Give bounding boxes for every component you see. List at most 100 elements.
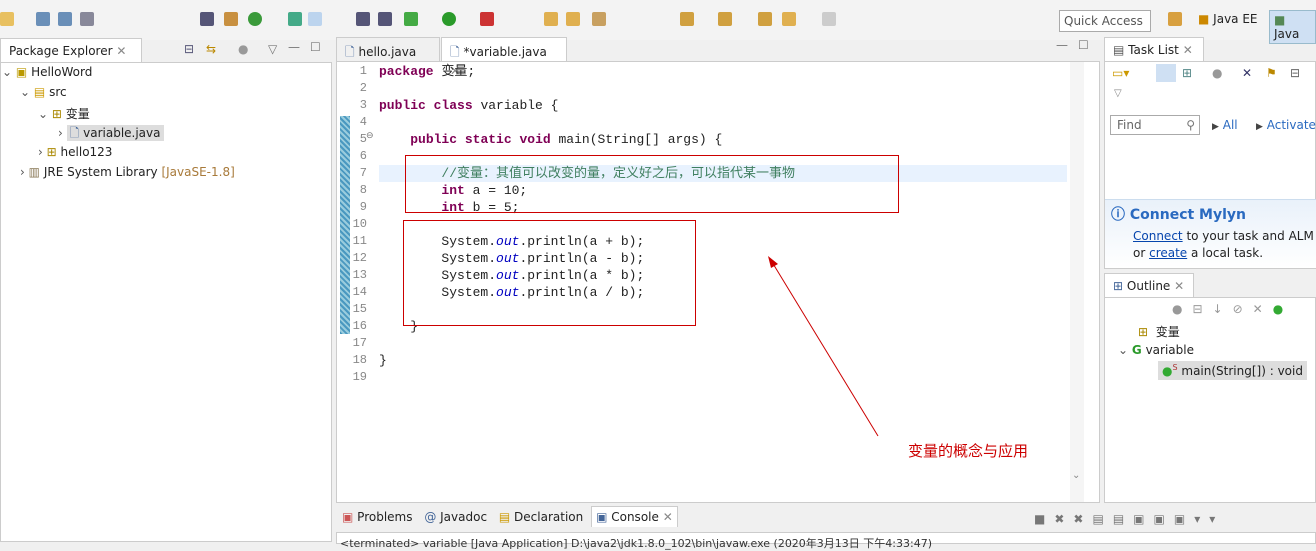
pin-console-icon[interactable]: ▣	[1174, 512, 1194, 526]
focus-icon[interactable]: ●	[1172, 302, 1192, 316]
tab-console[interactable]: ▣ Console ✕	[591, 506, 678, 527]
hide-nonpublic-icon[interactable]: ●	[1273, 302, 1293, 316]
tree-project-helloword[interactable]: ⌄ ▣ HelloWord	[2, 65, 92, 79]
focus-icon[interactable]: ●	[1212, 66, 1222, 80]
tab-javadoc[interactable]: @ Javadoc	[420, 510, 491, 524]
task-find-input[interactable]: Find ⚲	[1110, 115, 1200, 135]
search-icon[interactable]	[592, 12, 606, 26]
new-package-icon[interactable]	[224, 12, 238, 26]
mark-occurrences-icon[interactable]	[308, 12, 322, 26]
debug-icon[interactable]	[404, 12, 418, 26]
maximize-icon[interactable]: ☐	[310, 40, 321, 54]
save-icon[interactable]	[36, 12, 50, 26]
all-link[interactable]: ▶ All	[1212, 118, 1238, 132]
minimize-icon[interactable]: —	[288, 40, 300, 54]
tab-variable-java[interactable]: 🗋 *variable.java ✕	[441, 37, 567, 78]
outline-class[interactable]: ⌄ G variable	[1118, 343, 1194, 357]
scroll-lock-icon[interactable]: ▤	[1113, 512, 1133, 526]
open-type-icon[interactable]	[288, 12, 302, 26]
focus-icon[interactable]: ●	[238, 42, 248, 56]
new-class-icon[interactable]	[248, 12, 262, 26]
tab-problems[interactable]: ▣ Problems	[338, 510, 416, 524]
paragraph-icon[interactable]	[378, 12, 392, 26]
link-label: All	[1222, 118, 1238, 132]
new-icon[interactable]	[0, 12, 14, 26]
code-line[interactable]: public static void main(String[] args) {	[379, 131, 722, 148]
hide-static-icon[interactable]: ✕	[1253, 302, 1273, 316]
show-whitespace-icon[interactable]	[356, 12, 370, 26]
display-console-icon[interactable]: ▾	[1194, 512, 1209, 526]
prev-annotation-icon[interactable]	[718, 12, 732, 26]
tree-label: src	[49, 85, 67, 99]
collapse-all-icon[interactable]: ⊟	[1192, 302, 1212, 316]
external-tools-icon[interactable]	[480, 12, 494, 26]
tree-jre-library[interactable]: › ▥ JRE System Library [JavaSE-1.8]	[20, 165, 235, 179]
link-editor-icon[interactable]: ⇆	[206, 42, 216, 56]
create-link[interactable]: create	[1149, 246, 1187, 260]
view-menu-icon[interactable]: ▽	[268, 42, 277, 56]
clear-console-icon[interactable]: ▤	[1092, 512, 1112, 526]
outline-package[interactable]: ⊞ 变量	[1138, 323, 1180, 340]
terminate-icon[interactable]: ■	[1034, 512, 1054, 526]
collapse-all-icon[interactable]: ⊟	[1290, 66, 1300, 80]
editor-scrollbar[interactable]	[1070, 62, 1084, 502]
outline-panel	[1104, 297, 1316, 503]
categorized-icon[interactable]	[1156, 64, 1176, 82]
tab-outline[interactable]: ⊞ Outline ✕	[1104, 273, 1194, 297]
line-number: 5	[359, 132, 367, 146]
code-line[interactable]: public class variable {	[379, 97, 558, 114]
remove-launch-icon[interactable]: ✖	[1054, 512, 1073, 526]
minimize-icon[interactable]: —	[1056, 38, 1068, 52]
tab-package-explorer[interactable]: Package Explorer ✕	[0, 38, 142, 62]
view-menu-icon[interactable]: ▽	[1114, 88, 1122, 99]
run-icon[interactable]	[442, 12, 456, 26]
save-all-icon[interactable]	[58, 12, 72, 26]
scroll-down-icon[interactable]: ⌄	[1072, 470, 1080, 481]
mylyn-text: or	[1133, 246, 1150, 260]
close-icon[interactable]: ✕	[116, 44, 126, 58]
next-annotation-icon[interactable]	[680, 12, 694, 26]
close-icon[interactable]: ✕	[1183, 43, 1193, 57]
tab-declaration[interactable]: ▤ Declaration	[495, 510, 587, 524]
open-folder-icon[interactable]	[544, 12, 558, 26]
tree-file-variable-java[interactable]: › 🗋 variable.java	[58, 124, 164, 145]
show-stderr-icon[interactable]: ▣	[1154, 512, 1174, 526]
print-icon[interactable]	[80, 12, 94, 26]
last-edit-icon[interactable]	[758, 12, 772, 26]
open-perspective-icon[interactable]	[1168, 12, 1182, 26]
tab-hello-java[interactable]: 🗋 hello.java	[336, 37, 440, 61]
perspective-label: Java EE	[1213, 12, 1258, 26]
outline-method[interactable]: ●S main(String[]) : void	[1158, 361, 1307, 380]
show-stdout-icon[interactable]: ▣	[1133, 512, 1153, 526]
filter-completed-icon[interactable]: ✕	[1242, 66, 1252, 80]
tree-package-hello123[interactable]: › ⊞ hello123	[38, 145, 112, 159]
fold-icon[interactable]: ⊖	[366, 131, 374, 141]
back-icon[interactable]	[782, 12, 796, 26]
close-icon[interactable]: ✕	[1174, 279, 1184, 293]
perspective-java[interactable]: ■ Java	[1269, 10, 1316, 44]
tree-label: hello123	[60, 145, 113, 159]
new-task-icon[interactable]: ▭▾	[1112, 66, 1129, 80]
code-line[interactable]: package 变量;	[379, 63, 475, 80]
sort-icon[interactable]: ↓	[1213, 302, 1233, 316]
connect-link[interactable]: Connect	[1133, 229, 1183, 243]
activate-link[interactable]: ▶ Activate...	[1256, 118, 1316, 132]
open-console-icon[interactable]: ▾	[1209, 512, 1224, 526]
collapse-all-icon[interactable]: ⊟	[184, 42, 194, 56]
quick-access-input[interactable]: Quick Access	[1059, 10, 1151, 32]
remove-all-icon[interactable]: ✖	[1073, 512, 1092, 526]
forward-icon[interactable]	[822, 12, 836, 26]
tree-folder-src[interactable]: ⌄ ▤ src	[20, 85, 67, 99]
scheduled-icon[interactable]: ⊞	[1182, 66, 1192, 80]
tab-task-list[interactable]: ▤ Task List ✕	[1104, 37, 1204, 61]
tree-package-variable[interactable]: ⌄ ⊞ 变量	[38, 105, 90, 122]
close-icon[interactable]: ✕	[663, 510, 673, 524]
code-line[interactable]: }	[379, 352, 387, 369]
filter-mine-icon[interactable]: ⚑	[1266, 66, 1277, 80]
skip-breakpoints-icon[interactable]	[200, 12, 214, 26]
line-number: 14	[352, 285, 367, 299]
open-task-icon[interactable]	[566, 12, 580, 26]
hide-fields-icon[interactable]: ⊘	[1233, 302, 1253, 316]
maximize-icon[interactable]: ☐	[1078, 38, 1089, 52]
perspective-java-ee[interactable]: ■ Java EE	[1198, 12, 1258, 26]
